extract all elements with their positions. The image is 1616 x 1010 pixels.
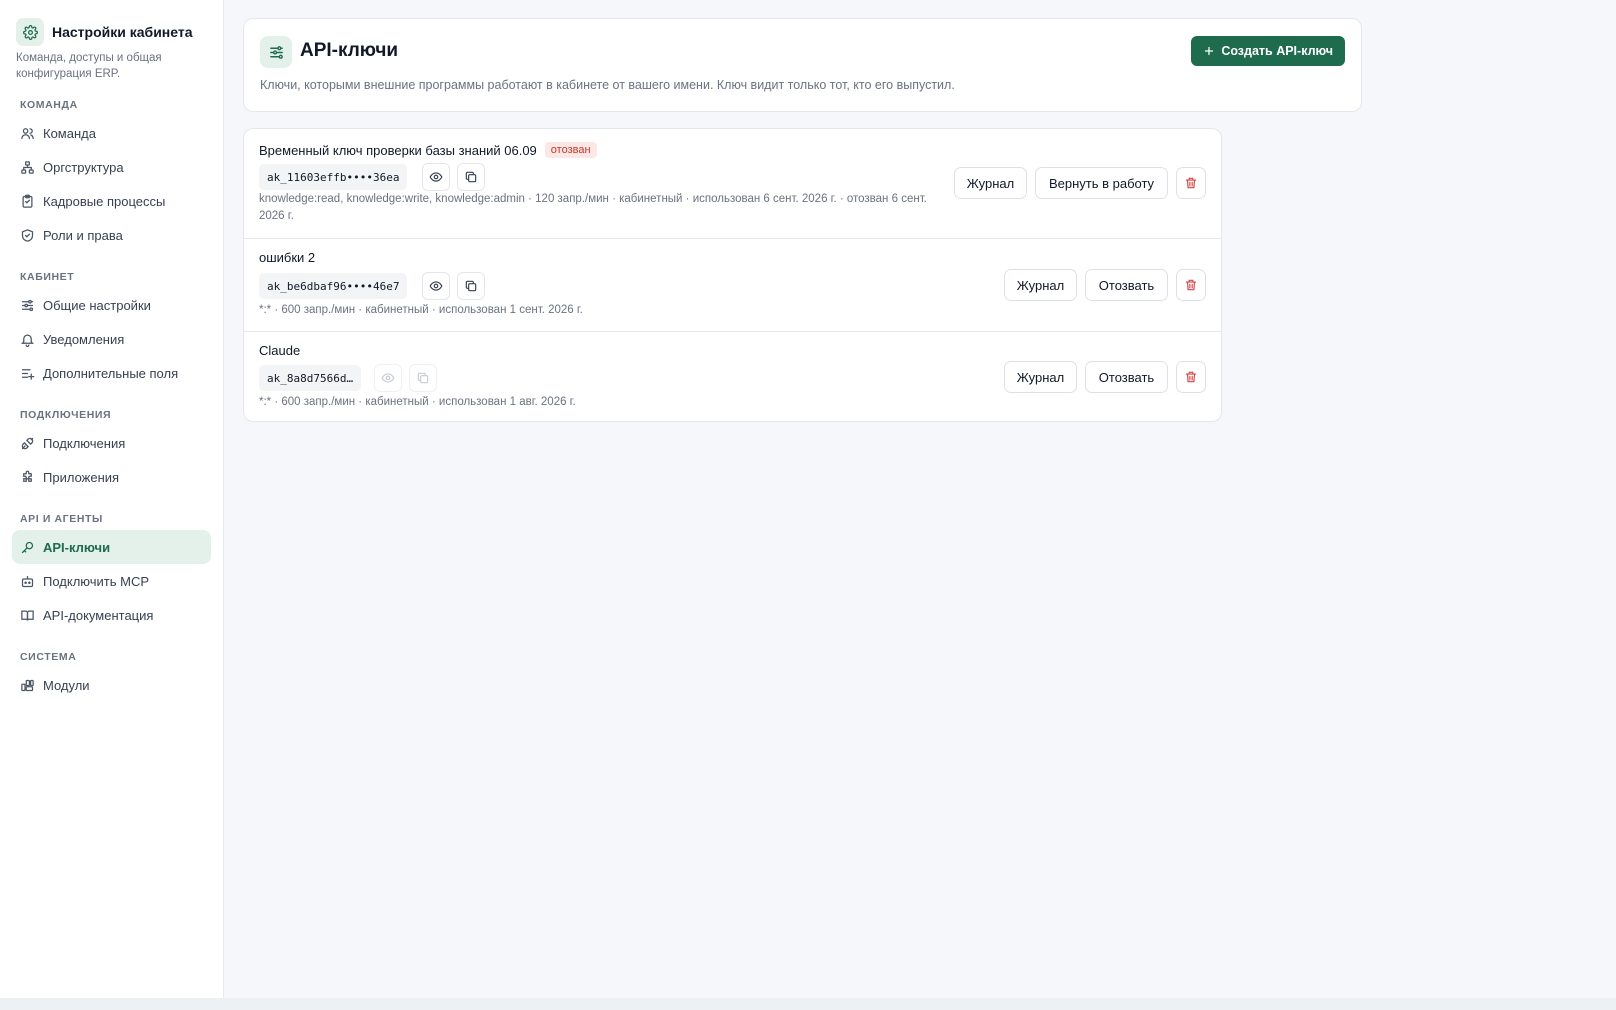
sidebar-item-label: Кадровые процессы: [43, 193, 166, 209]
bell-icon: [20, 334, 35, 347]
section-connections: ПОДКЛЮЧЕНИЯ: [20, 409, 112, 421]
gear-icon: [16, 18, 44, 46]
puzzle-icon: [23, 470, 32, 482]
sidebar-item-label: Уведомления: [43, 331, 125, 347]
key-name-row: Временный ключ проверки базы знаний 06.0…: [259, 142, 597, 158]
section-team: КОМАНДА: [20, 99, 78, 111]
list-plus-icon: [21, 368, 35, 380]
sidebar-item-api-docs[interactable]: API-документация: [12, 598, 211, 632]
eye-icon: [429, 281, 443, 291]
sliders-icon: [260, 36, 292, 68]
bottom-strip: [0, 998, 1616, 1010]
page-description: Ключи, которыми внешние программы работа…: [260, 78, 955, 92]
key-name-row: ошибки 2: [259, 250, 315, 265]
copy-icon: [465, 280, 477, 292]
api-keys-list: Временный ключ проверки базы знаний 06.0…: [243, 128, 1222, 422]
sidebar-item-label: API-документация: [43, 607, 154, 623]
modules-icon: [21, 679, 34, 691]
shield-check-icon: [21, 228, 34, 242]
page-header-card: API-ключи Ключи, которыми внешние програ…: [243, 18, 1362, 112]
key-name: ошибки 2: [259, 250, 316, 265]
copy-key-button[interactable]: [457, 272, 485, 300]
sidebar-item-team[interactable]: Команда: [12, 116, 211, 150]
table-row: Claude ak_8a8d7566d… *:* · 600 запр./мин…: [244, 331, 1221, 421]
delete-button[interactable]: [1176, 269, 1206, 301]
key-token: ak_11603effb••••36ea: [259, 164, 408, 190]
trash-icon: [1185, 371, 1197, 383]
sidebar-item-label: Общие настройки: [43, 297, 151, 313]
sidebar: Настройки кабинета Команда, доступы и об…: [0, 0, 224, 998]
sidebar-item-notifications[interactable]: Уведомления: [12, 322, 211, 356]
clipboard-icon: [22, 194, 33, 208]
sidebar-header: Настройки кабинета: [12, 14, 211, 46]
sidebar-item-roles[interactable]: Роли и права: [12, 218, 211, 252]
sidebar-item-custom-fields[interactable]: Дополнительные поля: [12, 356, 211, 390]
sidebar-item-label: Оргструктура: [43, 159, 124, 175]
delete-button[interactable]: [1176, 167, 1206, 199]
sidebar-item-label: Модули: [43, 677, 90, 693]
section-api: API И АГЕНТЫ: [20, 513, 103, 525]
sidebar-item-hr[interactable]: Кадровые процессы: [12, 184, 211, 218]
trash-icon: [1185, 177, 1197, 189]
sidebar-item-org[interactable]: Оргструктура: [12, 150, 211, 184]
sidebar-item-label: Дополнительные поля: [43, 365, 179, 381]
key-icon: [21, 541, 34, 553]
key-token: ak_8a8d7566d…: [259, 365, 362, 391]
show-key-button[interactable]: [422, 272, 450, 300]
sidebar-item-general[interactable]: Общие настройки: [12, 288, 211, 322]
book-icon: [21, 610, 34, 621]
trash-icon: [1185, 279, 1197, 291]
key-name: Временный ключ проверки базы знаний 06.0…: [259, 142, 537, 158]
sidebar-item-connections[interactable]: Подключения: [12, 426, 211, 460]
copy-key-button[interactable]: [409, 364, 437, 392]
plug-icon: [21, 437, 34, 449]
show-key-button[interactable]: [422, 163, 450, 191]
key-meta: *:* · 600 запр./мин · кабинетный · испол…: [259, 304, 583, 316]
copy-icon: [465, 171, 477, 183]
sidebar-item-label: Подключить MCP: [43, 573, 150, 589]
key-meta: knowledge:read, knowledge:write, knowled…: [259, 193, 927, 222]
key-name: Claude: [259, 343, 301, 358]
sidebar-subtitle: Команда, доступы и общая конфигурация ER…: [16, 52, 162, 80]
bot-icon: [21, 575, 34, 587]
org-chart-icon: [21, 160, 34, 174]
key-token: ak_be6dbaf96••••46e7: [259, 273, 408, 299]
revoke-button[interactable]: Отозвать: [1085, 361, 1168, 393]
section-cabinet: КАБИНЕТ: [20, 271, 75, 283]
sidebar-item-api-keys[interactable]: API-ключи: [12, 530, 211, 564]
copy-icon: [417, 372, 429, 384]
eye-icon: [381, 373, 395, 383]
status-badge: отозван: [544, 142, 597, 158]
create-api-key-label: Создать API-ключ: [1221, 44, 1333, 58]
users-icon: [21, 127, 34, 139]
sidebar-item-label: API-ключи: [43, 539, 111, 555]
eye-icon: [429, 172, 443, 182]
sidebar-item-modules[interactable]: Модули: [12, 668, 211, 702]
revoke-button[interactable]: Отозвать: [1085, 269, 1168, 301]
plus-icon: [1205, 46, 1214, 56]
sidebar-item-label: Приложения: [43, 469, 120, 485]
sliders-icon: [21, 299, 34, 311]
copy-key-button[interactable]: [457, 163, 485, 191]
page-title: API-ключи: [300, 40, 399, 61]
sidebar-item-apps[interactable]: Приложения: [12, 460, 211, 494]
log-button[interactable]: Журнал: [1004, 361, 1077, 393]
sidebar-item-label: Роли и права: [43, 227, 123, 243]
sidebar-item-label: Команда: [43, 125, 96, 141]
table-row: ошибки 2 ak_be6dbaf96••••46e7 *:* · 600 …: [244, 238, 1221, 331]
table-row: Временный ключ проверки базы знаний 06.0…: [244, 129, 1221, 238]
log-button[interactable]: Журнал: [954, 167, 1027, 199]
create-api-key-button[interactable]: Создать API-ключ: [1191, 36, 1345, 66]
restore-button[interactable]: Вернуть в работу: [1035, 167, 1168, 199]
sidebar-title: Настройки кабинета: [52, 24, 193, 40]
sidebar-item-label: Подключения: [43, 435, 126, 451]
key-meta: *:* · 600 запр./мин · кабинетный · испол…: [259, 396, 576, 408]
log-button[interactable]: Журнал: [1004, 269, 1077, 301]
key-name-row: Claude: [259, 343, 300, 358]
section-system: СИСТЕМА: [20, 651, 77, 663]
sidebar-item-mcp[interactable]: Подключить MCP: [12, 564, 211, 598]
delete-button[interactable]: [1176, 361, 1206, 393]
show-key-button[interactable]: [374, 364, 402, 392]
